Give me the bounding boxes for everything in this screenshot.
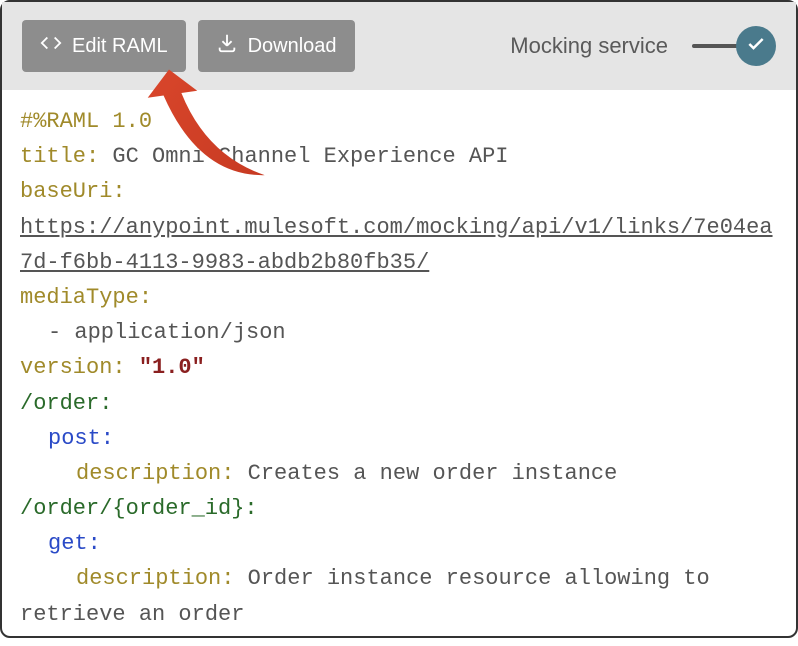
title-value: GC Omni Channel Experience API bbox=[99, 144, 508, 169]
raml-directive: #%RAML 1.0 bbox=[20, 109, 152, 134]
description-key-2: description: bbox=[76, 566, 234, 591]
method-get: get: bbox=[48, 531, 101, 556]
edit-raml-label: Edit RAML bbox=[72, 35, 168, 58]
title-key: title: bbox=[20, 144, 99, 169]
version-key: version: bbox=[20, 355, 126, 380]
mediatype-key: mediaType: bbox=[20, 285, 152, 310]
download-label: Download bbox=[248, 35, 337, 58]
baseuri-link[interactable]: https://anypoint.mulesoft.com/mocking/ap… bbox=[20, 215, 773, 275]
description-key: description: bbox=[76, 461, 234, 486]
code-icon bbox=[40, 32, 62, 60]
toggle-knob bbox=[736, 26, 776, 66]
description-value: Creates a new order instance bbox=[234, 461, 617, 486]
toolbar: Edit RAML Download Mocking service bbox=[2, 2, 796, 90]
baseuri-key: baseUri: bbox=[20, 179, 126, 204]
download-icon bbox=[216, 32, 238, 60]
raml-code-view: #%RAML 1.0 title: GC Omni Channel Experi… bbox=[2, 90, 796, 646]
download-button[interactable]: Download bbox=[198, 20, 355, 72]
edit-raml-button[interactable]: Edit RAML bbox=[22, 20, 186, 72]
check-icon bbox=[746, 34, 766, 59]
mocking-service-label: Mocking service bbox=[510, 33, 668, 59]
version-value: "1.0" bbox=[139, 355, 205, 380]
path-order-id: /order/{order_id}: bbox=[20, 496, 258, 521]
toggle-track bbox=[692, 44, 742, 48]
method-post: post: bbox=[48, 426, 114, 451]
mocking-service-toggle[interactable] bbox=[692, 26, 776, 66]
path-order: /order: bbox=[20, 391, 112, 416]
mediatype-item: - application/json bbox=[48, 320, 286, 345]
